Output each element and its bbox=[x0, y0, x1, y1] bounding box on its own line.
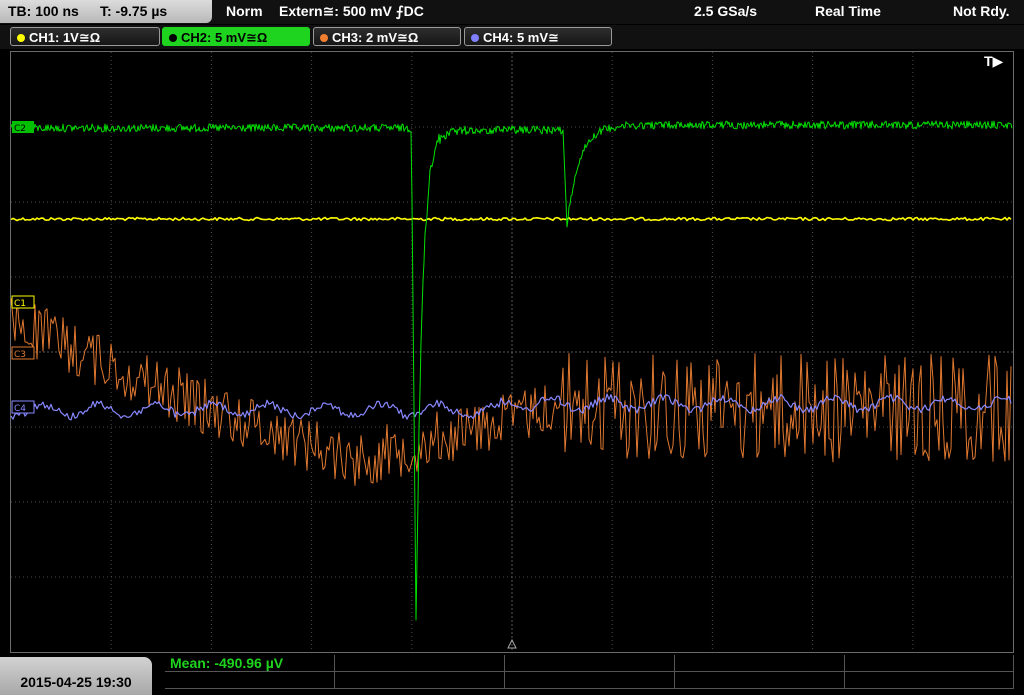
channel-1-marker-label: C1 bbox=[14, 299, 26, 309]
channel-3-trace bbox=[10, 298, 1012, 486]
measurement-cell[interactable] bbox=[165, 672, 335, 689]
graticule bbox=[11, 52, 1013, 652]
date-time-display: 2015-04-25 19:30 bbox=[0, 657, 152, 695]
measurement-table bbox=[165, 655, 1014, 691]
oscilloscope-screen: TB: 100 ns T: -9.75 µs Norm Extern≅: 500… bbox=[0, 0, 1024, 695]
channel-markers: C2 C1 C3 C4 bbox=[11, 121, 517, 649]
channel-1-offset-marker[interactable]: C1 bbox=[11, 295, 35, 309]
channel-1-waveform bbox=[10, 216, 1012, 222]
channel-3-marker-label: C3 bbox=[14, 350, 26, 360]
bottom-bar: 2015-04-25 19:30 Mean: -490.96 µV bbox=[0, 655, 1024, 695]
channel-1-trace bbox=[10, 216, 1012, 222]
channel-4-offset-marker[interactable]: C4 bbox=[11, 400, 35, 414]
measurement-cell[interactable] bbox=[675, 672, 845, 689]
measurement-cell[interactable] bbox=[845, 655, 1014, 672]
trigger-level-marker[interactable]: T▶ bbox=[984, 53, 1003, 70]
measurement-cell[interactable] bbox=[845, 672, 1014, 689]
waveform-plot: C2 C1 C3 C4 bbox=[10, 52, 1013, 652]
date-time-label: 2015-04-25 19:30 bbox=[20, 674, 132, 690]
channel-2-offset-marker[interactable]: C2 bbox=[12, 121, 34, 134]
measurement-cell[interactable] bbox=[335, 672, 505, 689]
channel-3-offset-marker[interactable]: C3 bbox=[11, 346, 35, 360]
measurement-cell[interactable] bbox=[505, 672, 675, 689]
channel-4-marker-label: C4 bbox=[14, 404, 26, 414]
measurement-cell[interactable] bbox=[675, 655, 845, 672]
channel-2-marker-label: C2 bbox=[14, 124, 26, 134]
measurement-cell[interactable] bbox=[335, 655, 505, 672]
measurement-cell[interactable] bbox=[505, 655, 675, 672]
measurement-mean-value: Mean: -490.96 µV bbox=[170, 655, 284, 671]
channel-3-waveform bbox=[10, 298, 1012, 486]
